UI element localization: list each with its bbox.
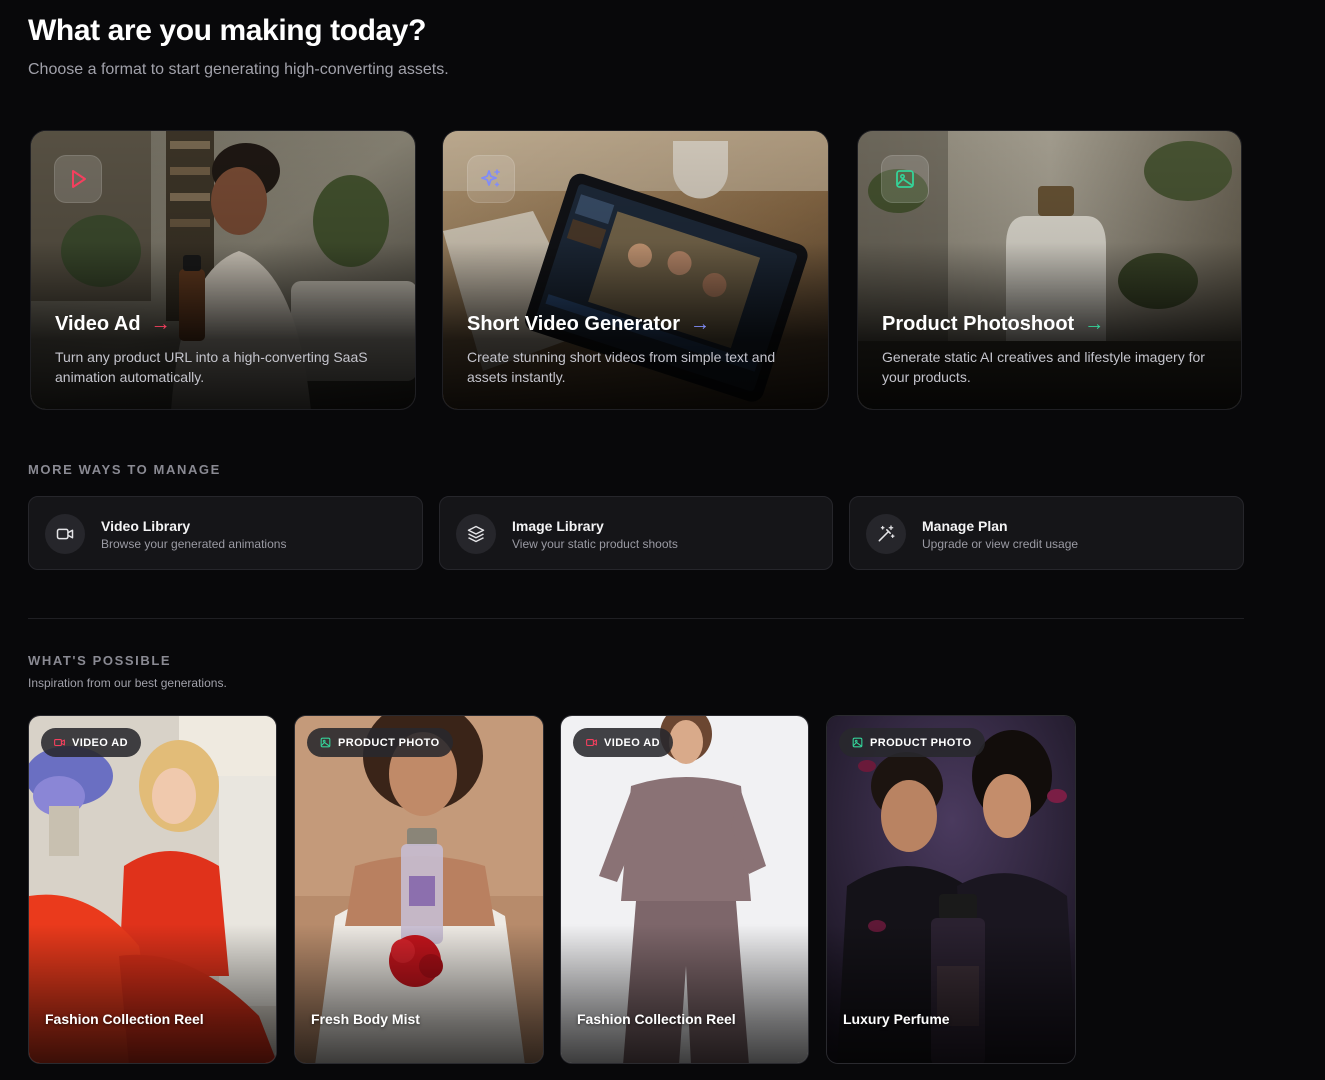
image-icon [852,737,863,748]
image-library-card[interactable]: Image Library View your static product s… [439,496,833,570]
showcase-card-luxury-perfume[interactable]: PRODUCT PHOTO Luxury Perfume [826,715,1076,1064]
showcase-title: Fashion Collection Reel [45,1011,204,1027]
video-library-card[interactable]: Video Library Browse your generated anim… [28,496,423,570]
image-icon [881,155,929,203]
manage-plan-title: Manage Plan [922,518,1008,534]
badge-label: VIDEO AD [72,736,128,749]
product-photo-badge: PRODUCT PHOTO [307,728,453,757]
badge-label: VIDEO AD [604,736,660,749]
image-library-description: View your static product shoots [512,537,678,551]
short-video-title-row: Short Video Generator → [467,313,710,336]
short-video-generator-card[interactable]: Short Video Generator → Create stunning … [442,130,829,410]
video-camera-icon [54,738,65,747]
badge-label: PRODUCT PHOTO [870,736,972,749]
video-camera-icon [45,514,85,554]
showcase-title: Fashion Collection Reel [577,1011,736,1027]
page-title: What are you making today? [28,14,426,47]
video-ad-badge: VIDEO AD [573,728,673,757]
showcase-section-label: WHAT'S POSSIBLE [28,653,172,668]
product-photoshoot-title-row: Product Photoshoot → [882,313,1104,336]
video-library-description: Browse your generated animations [101,537,287,551]
video-ad-description: Turn any product URL into a high-convert… [55,349,368,385]
short-video-description: Create stunning short videos from simple… [467,349,776,385]
layers-icon [456,514,496,554]
showcase-title: Luxury Perfume [843,1011,950,1027]
sparkles-icon [467,155,515,203]
badge-label: PRODUCT PHOTO [338,736,440,749]
short-video-title: Short Video Generator [467,313,681,335]
page-subtitle: Choose a format to start generating high… [28,61,449,78]
showcase-card-body-mist[interactable]: PRODUCT PHOTO Fresh Body Mist [294,715,544,1064]
video-camera-icon [586,738,597,747]
arrow-right-icon: → [1084,313,1105,335]
video-library-title: Video Library [101,518,191,534]
arrow-right-icon: → [690,313,711,335]
arrow-right-icon: → [150,313,171,335]
product-photoshoot-title: Product Photoshoot [882,313,1075,335]
section-divider [28,618,1244,619]
product-photoshoot-card[interactable]: Product Photoshoot → Generate static AI … [857,130,1242,410]
video-ad-title-row: Video Ad → [55,313,171,336]
video-ad-title: Video Ad [55,313,141,335]
video-ad-card[interactable]: Video Ad → Turn any product URL into a h… [30,130,416,410]
play-icon [54,155,102,203]
manage-section-label: MORE WAYS TO MANAGE [28,462,221,477]
showcase-subtitle: Inspiration from our best generations. [28,676,227,690]
manage-plan-description: Upgrade or view credit usage [922,537,1079,551]
manage-plan-card[interactable]: Manage Plan Upgrade or view credit usage [849,496,1244,570]
product-photoshoot-description: Generate static AI creatives and lifesty… [882,349,1205,385]
image-library-title: Image Library [512,518,604,534]
product-photo-badge: PRODUCT PHOTO [839,728,985,757]
showcase-card-fashion-reel-2[interactable]: VIDEO AD Fashion Collection Reel [560,715,809,1064]
video-ad-badge: VIDEO AD [41,728,141,757]
magic-wand-icon [866,514,906,554]
showcase-card-fashion-reel[interactable]: VIDEO AD Fashion Collection Reel [28,715,277,1064]
image-icon [320,737,331,748]
showcase-title: Fresh Body Mist [311,1011,420,1027]
